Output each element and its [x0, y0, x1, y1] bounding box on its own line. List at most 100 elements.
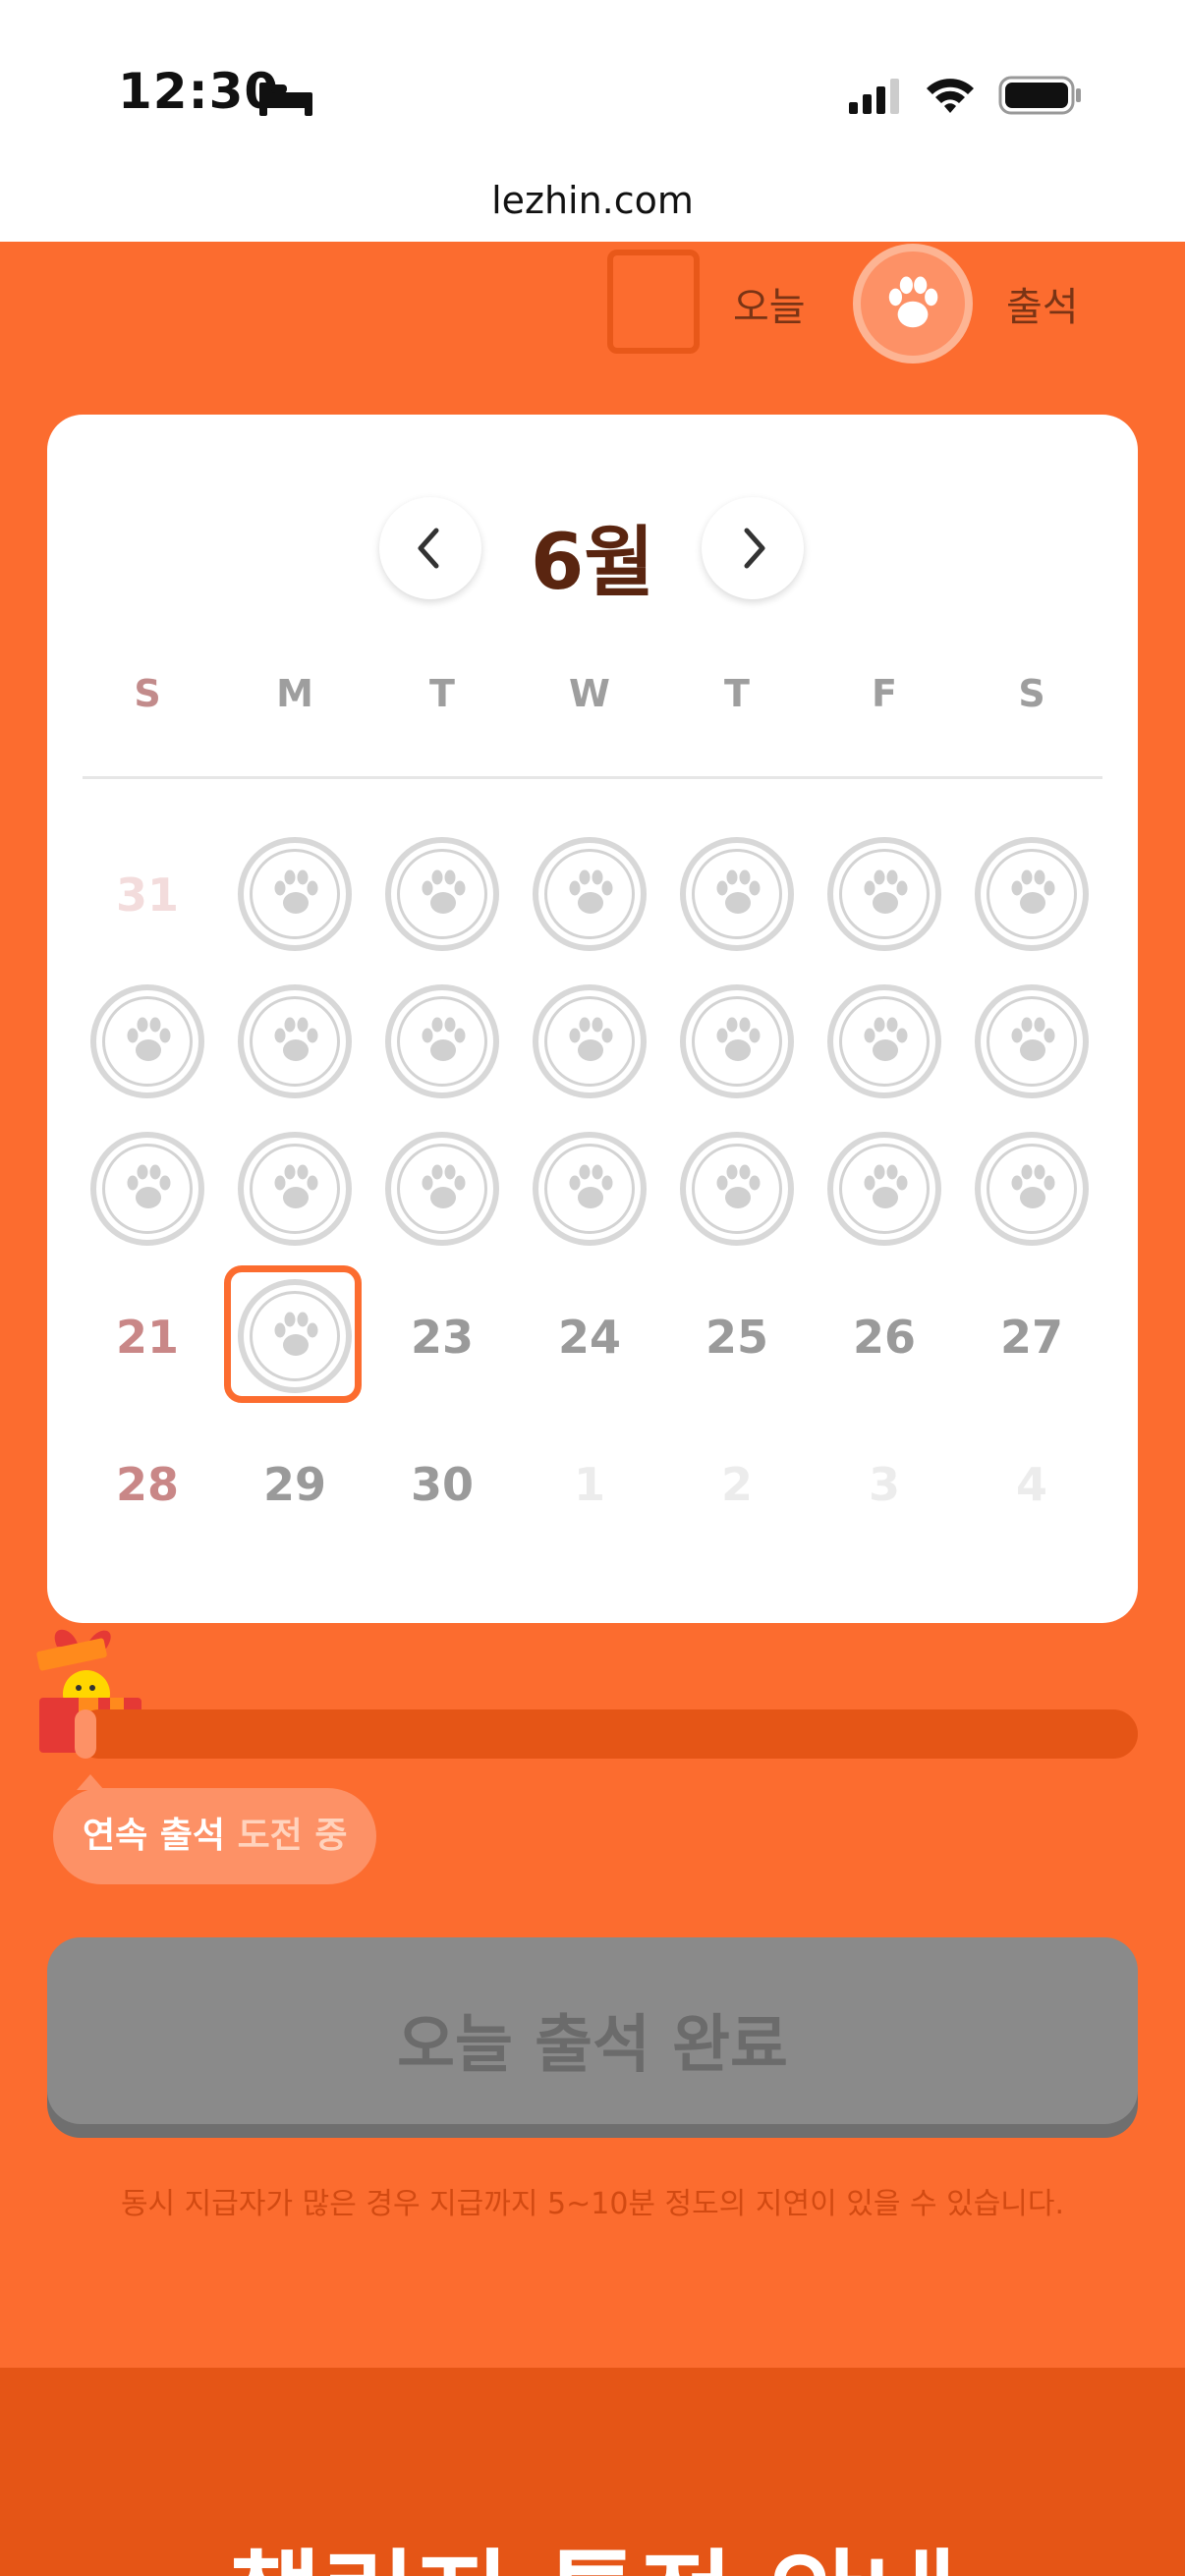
- day-number: 3: [868, 1458, 900, 1511]
- day-number: 21: [115, 1311, 179, 1364]
- calendar-day[interactable]: [383, 835, 501, 953]
- calendar-day[interactable]: [236, 1130, 354, 1248]
- attendance-calendar: 6월 S M T W T F S 31 21 23 24 25 26 27 28 29 30 1 2 3…: [47, 415, 1138, 1623]
- day-number: 1: [573, 1458, 605, 1511]
- calendar-day[interactable]: [236, 982, 354, 1100]
- payout-delay-note: 동시 지급자가 많은 경우 지급까지 5~10분 정도의 지연이 있을 수 있습…: [120, 2187, 1065, 2221]
- month-title: 6월: [530, 519, 655, 607]
- calendar-day[interactable]: [531, 982, 649, 1100]
- sleep-bed-icon: [259, 83, 312, 116]
- challenge-benefit-title: 챌린지 특전 안내: [0, 2515, 1185, 2576]
- calendar-day[interactable]: [383, 1130, 501, 1248]
- attendance-stamp-icon: [238, 984, 352, 1098]
- calendar-day[interactable]: [531, 835, 649, 953]
- attendance-stamp-icon: [975, 984, 1089, 1098]
- day-number: 4: [1015, 1458, 1047, 1511]
- today-highlight: [224, 1265, 362, 1403]
- weekday-fri: F: [872, 672, 897, 715]
- calendar-day[interactable]: 3: [825, 1425, 943, 1542]
- calendar-day[interactable]: 27: [973, 1277, 1091, 1395]
- streak-label-bold: 연속 출석: [83, 1816, 226, 1856]
- calendar-day[interactable]: [678, 835, 796, 953]
- calendar-day[interactable]: 2: [678, 1425, 796, 1542]
- weekday-thu: T: [724, 672, 750, 715]
- battery-icon: [998, 76, 1081, 115]
- attendance-stamp-icon: [680, 837, 794, 951]
- previous-month-button[interactable]: [379, 497, 481, 599]
- attendance-done-label: 오늘 출석 완료: [397, 2009, 788, 2082]
- weekday-sat: S: [1018, 672, 1045, 715]
- calendar-day[interactable]: 26: [825, 1277, 943, 1395]
- calendar-day[interactable]: [973, 1130, 1091, 1248]
- attendance-stamp-icon: [680, 984, 794, 1098]
- chevron-right-icon: [744, 528, 765, 569]
- today-legend-swatch: [607, 250, 700, 354]
- calendar-day[interactable]: 24: [531, 1277, 649, 1395]
- attendance-done-button[interactable]: 오늘 출석 완료: [47, 1937, 1138, 2124]
- calendar-day[interactable]: 4: [973, 1425, 1091, 1542]
- attendance-stamp-icon: [533, 837, 647, 951]
- calendar-day[interactable]: [224, 1265, 362, 1403]
- address-bar[interactable]: lezhin.com: [0, 167, 1185, 242]
- next-month-button[interactable]: [702, 497, 804, 599]
- day-number: 31: [115, 868, 179, 922]
- day-number: 30: [410, 1458, 474, 1511]
- calendar-day[interactable]: 23: [383, 1277, 501, 1395]
- calendar-divider: [83, 776, 1102, 779]
- attendance-stamp-icon: [90, 984, 204, 1098]
- challenge-benefit-section: 챌린지 특전 안내: [0, 2368, 1185, 2576]
- day-number: 24: [557, 1311, 621, 1364]
- calendar-day[interactable]: [88, 1130, 206, 1248]
- attendance-stamp-icon: [533, 984, 647, 1098]
- day-number: 25: [705, 1311, 768, 1364]
- calendar-day[interactable]: [531, 1130, 649, 1248]
- calendar-day[interactable]: 31: [88, 835, 206, 953]
- attendance-stamp-icon: [385, 1132, 499, 1246]
- attendance-stamp-icon: [385, 837, 499, 951]
- calendar-day[interactable]: [825, 982, 943, 1100]
- chevron-left-icon: [418, 528, 439, 569]
- streak-status-badge: 연속 출석 도전 중: [53, 1788, 377, 1884]
- weekday-tue: T: [429, 672, 455, 715]
- weekday-sun: S: [134, 672, 161, 715]
- calendar-day[interactable]: 29: [236, 1425, 354, 1542]
- calendar-day[interactable]: [383, 982, 501, 1100]
- day-number: 29: [262, 1458, 326, 1511]
- calendar-day[interactable]: 21: [88, 1277, 206, 1395]
- calendar-day[interactable]: 30: [383, 1425, 501, 1542]
- attendance-stamp-icon: [90, 1132, 204, 1246]
- attendance-stamp-icon: [827, 984, 941, 1098]
- attendance-stamp-icon: [975, 1132, 1089, 1246]
- calendar-day[interactable]: [678, 982, 796, 1100]
- clock: 12:30: [118, 63, 280, 120]
- day-number: 23: [410, 1311, 474, 1364]
- calendar-day[interactable]: [88, 982, 206, 1100]
- streak-label-rest: 도전 중: [237, 1816, 348, 1856]
- attendance-stamp-icon: [827, 1132, 941, 1246]
- today-legend-label: 오늘: [733, 285, 806, 330]
- weekday-wed: W: [569, 672, 610, 715]
- cellular-signal-icon: [849, 79, 899, 114]
- attendance-stamp-icon: [533, 1132, 647, 1246]
- day-number: 27: [999, 1311, 1063, 1364]
- day-number: 26: [852, 1311, 916, 1364]
- attendance-stamp-icon: [975, 837, 1089, 951]
- attendance-stamp-icon: [385, 984, 499, 1098]
- attendance-legend-label: 출석: [1006, 285, 1079, 330]
- calendar-day[interactable]: [678, 1130, 796, 1248]
- day-number: 2: [720, 1458, 753, 1511]
- calendar-day[interactable]: [236, 835, 354, 953]
- calendar-day[interactable]: [825, 835, 943, 953]
- calendar-day[interactable]: [973, 982, 1091, 1100]
- wifi-icon: [927, 79, 974, 113]
- calendar-day[interactable]: [973, 835, 1091, 953]
- attendance-stamp-icon: [827, 837, 941, 951]
- attendance-stamp-icon: [680, 1132, 794, 1246]
- attendance-stamp-icon: [238, 1132, 352, 1246]
- day-number: 28: [115, 1458, 179, 1511]
- calendar-day[interactable]: 1: [531, 1425, 649, 1542]
- calendar-day[interactable]: 25: [678, 1277, 796, 1395]
- calendar-day[interactable]: 28: [88, 1425, 206, 1542]
- streak-progress-fill: [75, 1709, 96, 1759]
- calendar-day[interactable]: [825, 1130, 943, 1248]
